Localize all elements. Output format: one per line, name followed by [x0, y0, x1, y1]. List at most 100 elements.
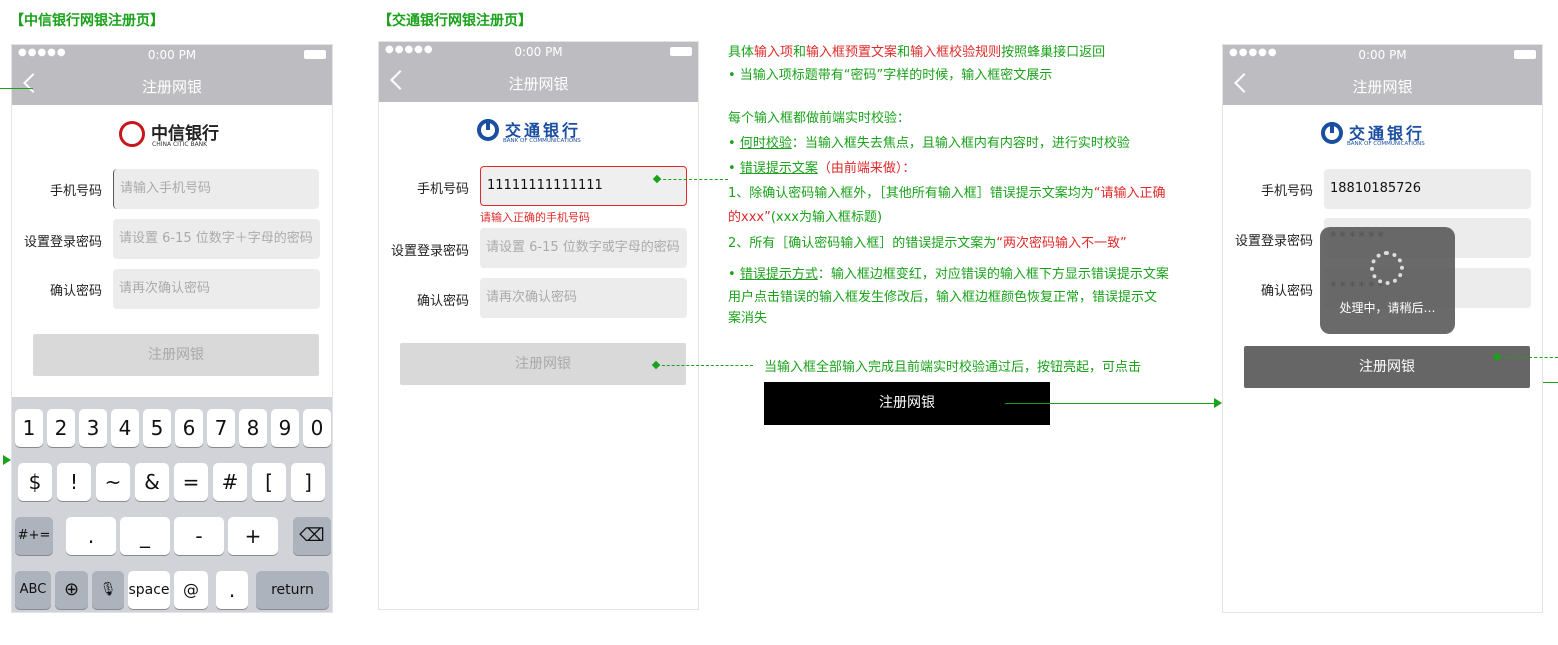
field-label-password: 设置登录密码: [23, 235, 102, 250]
phone-input-error[interactable]: 11111111111111: [480, 166, 687, 206]
battery-icon: [1514, 50, 1536, 59]
key[interactable]: &: [135, 463, 169, 501]
field-label-password: 设置登录密码: [1234, 234, 1313, 249]
key[interactable]: 6: [175, 409, 203, 447]
key-space[interactable]: space: [128, 571, 170, 609]
loading-toast: 处理中，请稍后…: [1320, 227, 1455, 334]
battery-icon: [670, 47, 692, 56]
globe-icon[interactable]: ⊕: [55, 571, 88, 609]
anno-text: 2、所有［确认密码输入框］的错误提示文案为: [728, 236, 997, 251]
key-return[interactable]: return: [256, 571, 329, 609]
phone-input[interactable]: 请输入手机号码: [113, 169, 319, 209]
field-label-phone: 手机号码: [1260, 184, 1313, 199]
anno-text: 和: [793, 45, 807, 60]
confirm-password-input[interactable]: 请再次确认密码: [113, 269, 320, 309]
anno-text: •: [728, 267, 740, 282]
anno-text: 和: [897, 45, 911, 60]
key-symbols[interactable]: #+=: [15, 517, 53, 555]
bocom-phone-screen: ●●●●● 0:00 PM 注册网银 交通银行 BANK OF COMMUNIC…: [378, 41, 699, 610]
status-time: 0:00 PM: [147, 48, 197, 62]
key[interactable]: 0: [303, 409, 331, 447]
citic-logo-icon: [119, 121, 145, 147]
bocom-logo-en: BANK OF COMMUNICATIONS: [503, 138, 581, 144]
anno-text: 输入框预置文案: [806, 45, 898, 60]
page-title: 注册网银: [141, 78, 202, 96]
field-label-password: 设置登录密码: [390, 244, 469, 259]
anno-text: 具体: [728, 45, 755, 60]
bocom-logo: 交通银行 BANK OF COMMUNICATIONS: [1321, 119, 1451, 149]
key[interactable]: ]: [291, 463, 325, 501]
anno-text: 何时校验: [739, 136, 792, 151]
anno-text: 按照蜂巢接口返回: [1001, 45, 1106, 60]
anno-text: •: [728, 136, 740, 151]
annotation-line-8: 2、所有［确认密码输入框］的错误提示文案为“两次密码输入不一致”: [728, 232, 1127, 255]
anno-text: （由前端来做）：: [817, 161, 916, 176]
citic-phone-screen: ●●●●● 0:00 PM 注册网银 中信银行 CHINA CITIC BANK…: [11, 44, 333, 613]
key[interactable]: 4: [111, 409, 139, 447]
connector-line: [1543, 382, 1558, 383]
anno-text: 的xxx”: [728, 210, 771, 225]
status-bar: ●●●●● 0:00 PM: [1223, 45, 1542, 65]
confirm-password-input[interactable]: 请再次确认密码: [480, 278, 687, 318]
citic-logo-en: CHINA CITIC BANK: [152, 141, 208, 148]
key[interactable]: $: [18, 463, 52, 501]
key[interactable]: 2: [47, 409, 75, 447]
bocom-phone-screen-filled: ●●●●● 0:00 PM 注册网银 交通银行 BANK OF COMMUNIC…: [1222, 44, 1543, 613]
register-button[interactable]: 注册网银: [33, 334, 319, 376]
backspace-icon[interactable]: ⌫: [293, 517, 331, 555]
key-dot[interactable]: .: [216, 571, 248, 609]
key[interactable]: 8: [239, 409, 267, 447]
bocom-logo-icon: [477, 119, 499, 141]
microphone-icon[interactable]: 🎙: [92, 571, 124, 609]
anno-text: (xxx为输入框标题): [770, 210, 883, 225]
annotation-line-11: 案消失: [728, 311, 768, 326]
key[interactable]: [: [252, 463, 286, 501]
key[interactable]: +: [228, 517, 278, 555]
annotation-line-4: • 何时校验：当输入框失去焦点，且输入框内有内容时，进行实时校验: [728, 132, 1130, 155]
key[interactable]: 3: [79, 409, 107, 447]
password-input[interactable]: 请设置 6-15 位数字或字母的密码: [480, 228, 687, 268]
error-message: 请输入正确的手机号码: [480, 211, 590, 224]
key[interactable]: =: [174, 463, 208, 501]
key[interactable]: -: [174, 517, 224, 555]
arrow-icon: [3, 455, 11, 465]
anno-text: 1、除确认密码输入框外，［其他所有输入框］错误提示文案均为: [728, 186, 1094, 201]
anno-text: 错误提示文案: [739, 161, 818, 176]
connector-line: [1498, 357, 1558, 358]
phone-input[interactable]: 18810185726: [1324, 169, 1531, 209]
key-abc[interactable]: ABC: [15, 571, 51, 609]
register-button-disabled[interactable]: 注册网银: [400, 343, 686, 385]
key[interactable]: 7: [207, 409, 235, 447]
key-at[interactable]: @: [174, 571, 208, 609]
nav-bar: 注册网银: [12, 65, 332, 105]
status-bar: ●●●●● 0:00 PM: [379, 42, 698, 62]
nav-bar: 注册网银: [1223, 65, 1542, 105]
citic-logo: 中信银行 CHINA CITIC BANK: [119, 119, 239, 153]
key[interactable]: #: [213, 463, 247, 501]
loading-text: 处理中，请稍后…: [1339, 301, 1436, 315]
annotation-line-5: • 错误提示文案（由前端来做）：: [728, 157, 915, 180]
register-button-active[interactable]: 注册网银: [1244, 346, 1530, 388]
connector-line: [0, 88, 33, 89]
annotation-line-2: • 当输入项标题带有“密码”字样的时候，输入框密文展示: [728, 68, 1053, 83]
bocom-logo-en: BANK OF COMMUNICATIONS: [1347, 141, 1425, 147]
anno-text: “请输入正确: [1093, 186, 1166, 201]
connector-line: [658, 179, 728, 180]
password-input[interactable]: 请设置 6-15 位数字＋字母的密码: [113, 219, 320, 259]
field-label-confirm: 确认密码: [1260, 284, 1313, 299]
section-title-bocom: 【交通银行网银注册页】: [378, 13, 532, 29]
anno-text: 输入框校验规则: [910, 45, 1002, 60]
key[interactable]: 9: [271, 409, 299, 447]
key[interactable]: 5: [143, 409, 171, 447]
key[interactable]: !: [57, 463, 91, 501]
annotation-line-1: 具体输入项和输入框预置文案和输入框校验规则按照蜂巢接口返回: [728, 41, 1105, 64]
field-label-confirm: 确认密码: [49, 284, 102, 299]
bocom-logo: 交通银行 BANK OF COMMUNICATIONS: [477, 116, 607, 146]
key[interactable]: ~: [96, 463, 130, 501]
field-label-phone: 手机号码: [49, 184, 102, 199]
key[interactable]: 1: [15, 409, 43, 447]
page-title: 注册网银: [1352, 78, 1413, 96]
section-title-citic: 【中信银行网银注册页】: [10, 13, 164, 29]
key[interactable]: .: [66, 517, 116, 555]
key[interactable]: _: [120, 517, 170, 555]
